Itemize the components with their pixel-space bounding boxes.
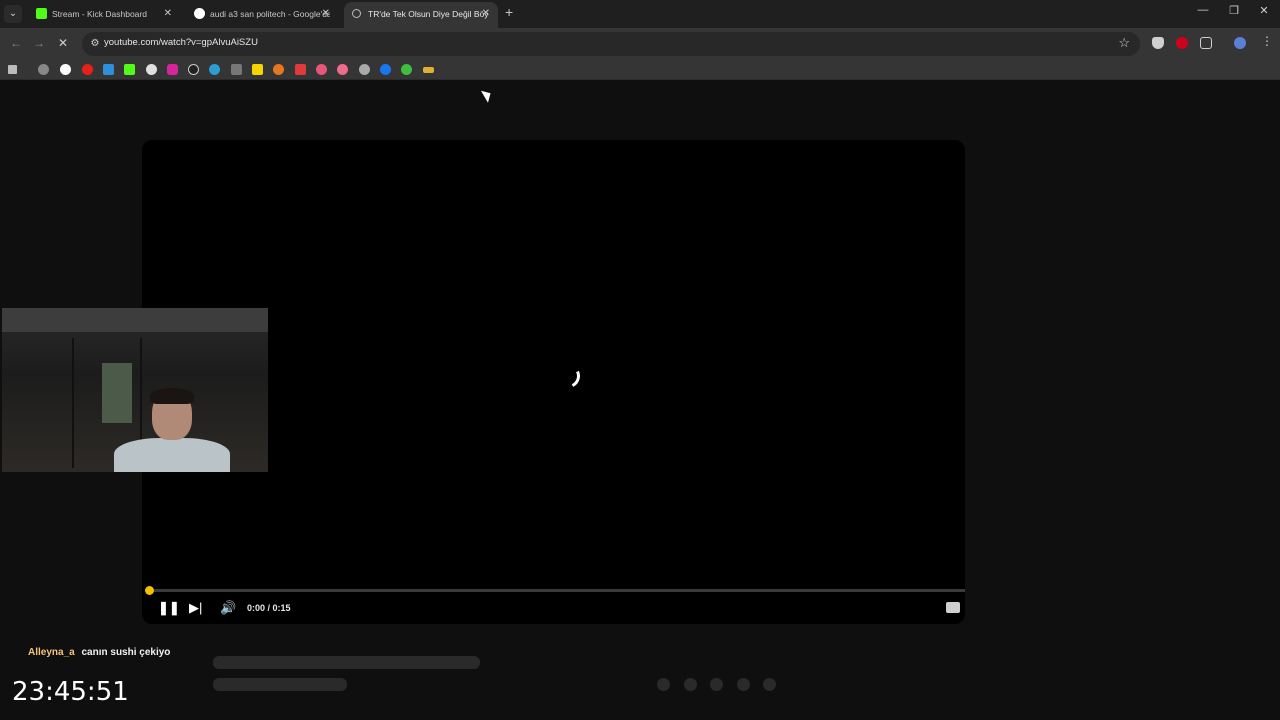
- kick-favicon-icon: [36, 8, 47, 19]
- restore-button[interactable]: ❐: [1219, 4, 1249, 17]
- webcam-overlay: [2, 308, 268, 472]
- tab-youtube-video[interactable]: TR'de Tek Olsun Diye Değil Böyle ✕: [344, 2, 498, 28]
- back-arrow-icon[interactable]: ←: [10, 36, 22, 50]
- subtitles-icon[interactable]: [946, 602, 960, 613]
- menu-kebab-icon[interactable]: ⋮: [1261, 34, 1273, 48]
- action-skeleton: [657, 678, 670, 691]
- pause-icon[interactable]: ❚❚: [158, 600, 180, 616]
- tab-title: Stream - Kick Dashboard: [52, 9, 147, 19]
- bookmark-facebook-icon[interactable]: [380, 64, 391, 75]
- chat-username: Alleyna_a: [28, 647, 75, 658]
- profile-avatar-icon[interactable]: [1234, 37, 1246, 49]
- bookmark-pink2-icon[interactable]: [337, 64, 348, 75]
- bookmark-folder-icon[interactable]: [423, 67, 434, 73]
- google-favicon-icon: [194, 8, 205, 19]
- bookmark-pocket-icon[interactable]: [295, 64, 306, 75]
- bookmarks-bar: [0, 60, 1280, 80]
- bookmark-s-icon[interactable]: [252, 64, 263, 75]
- next-icon[interactable]: ▶|: [189, 600, 202, 616]
- tab-strip: ⌄ Stream - Kick Dashboard ✕ audi a3 san …: [0, 0, 1280, 28]
- tab-google-search[interactable]: audi a3 san politech - Google'da ✕: [186, 2, 338, 28]
- apps-grid-icon[interactable]: [8, 65, 17, 74]
- volume-icon[interactable]: 🔊: [220, 600, 236, 616]
- site-info-icon[interactable]: ⚙: [88, 37, 102, 51]
- tab-title: audi a3 san politech - Google'da: [210, 9, 330, 19]
- red-extension-icon[interactable]: [1176, 37, 1188, 49]
- browser-toolbar: ← → ✕ ⚙ youtube.com/watch?v=gpAlvuAiSZU …: [0, 28, 1280, 60]
- webcam-wall: [2, 308, 268, 332]
- bookmark-outlook-icon[interactable]: [103, 64, 114, 75]
- bookmark-threads-icon[interactable]: [359, 64, 370, 75]
- bookmark-pink-icon[interactable]: [316, 64, 327, 75]
- bookmark-instagram-icon[interactable]: [167, 64, 178, 75]
- loading-favicon-icon: [352, 9, 361, 18]
- tab-close-icon[interactable]: ✕: [164, 2, 172, 26]
- tab-kick-dashboard[interactable]: Stream - Kick Dashboard ✕: [28, 2, 180, 28]
- tab-title: TR'de Tek Olsun Diye Değil Böyle: [368, 9, 488, 19]
- action-skeleton: [710, 678, 723, 691]
- tab-close-icon[interactable]: ✕: [482, 2, 490, 26]
- url-text: youtube.com/watch?v=gpAlvuAiSZU: [104, 37, 258, 48]
- bookmark-steam-icon[interactable]: [231, 64, 242, 75]
- bookmark-google-icon[interactable]: [60, 64, 71, 75]
- tab-search-button[interactable]: ⌄: [4, 5, 22, 23]
- webcam-person-hair: [150, 388, 194, 404]
- bookmark-apple-icon[interactable]: [38, 64, 49, 75]
- close-window-button[interactable]: ✕: [1249, 4, 1279, 17]
- bookmark-openai-icon[interactable]: [188, 64, 199, 75]
- video-time: 0:00 / 0:15: [247, 603, 291, 613]
- bookmark-telegram-icon[interactable]: [209, 64, 220, 75]
- bookmark-youtube-icon[interactable]: [82, 64, 93, 75]
- stream-clock: 23:45:51: [12, 677, 129, 707]
- subtitle-skeleton: [213, 678, 347, 691]
- chat-text: canın sushi çekiyo: [81, 647, 171, 658]
- action-skeleton: [737, 678, 750, 691]
- progress-bar[interactable]: [150, 589, 965, 592]
- bookmark-diamond-icon[interactable]: [146, 64, 157, 75]
- progress-scrubber[interactable]: [145, 586, 154, 595]
- bookmark-star-icon[interactable]: ☆: [1118, 35, 1130, 51]
- tab-close-icon[interactable]: ✕: [322, 2, 330, 26]
- title-skeleton: [213, 656, 480, 669]
- action-skeleton: [763, 678, 776, 691]
- extensions-puzzle-icon[interactable]: [1200, 37, 1212, 49]
- webcam-clothes: [102, 363, 132, 423]
- action-skeleton: [684, 678, 697, 691]
- minimize-button[interactable]: —: [1188, 4, 1218, 16]
- stop-loading-icon[interactable]: ✕: [58, 36, 68, 50]
- bookmark-green-icon[interactable]: [401, 64, 412, 75]
- bookmark-kick-icon[interactable]: [124, 64, 135, 75]
- forward-arrow-icon[interactable]: →: [33, 36, 45, 50]
- shield-extension-icon[interactable]: [1152, 37, 1164, 49]
- new-tab-button[interactable]: +: [505, 4, 513, 20]
- chat-message: Alleyna_a canın sushi çekiyo: [28, 647, 170, 658]
- address-bar[interactable]: ⚙ youtube.com/watch?v=gpAlvuAiSZU ☆: [82, 32, 1140, 56]
- bookmark-orange-icon[interactable]: [273, 64, 284, 75]
- webcam-person-body: [114, 438, 230, 472]
